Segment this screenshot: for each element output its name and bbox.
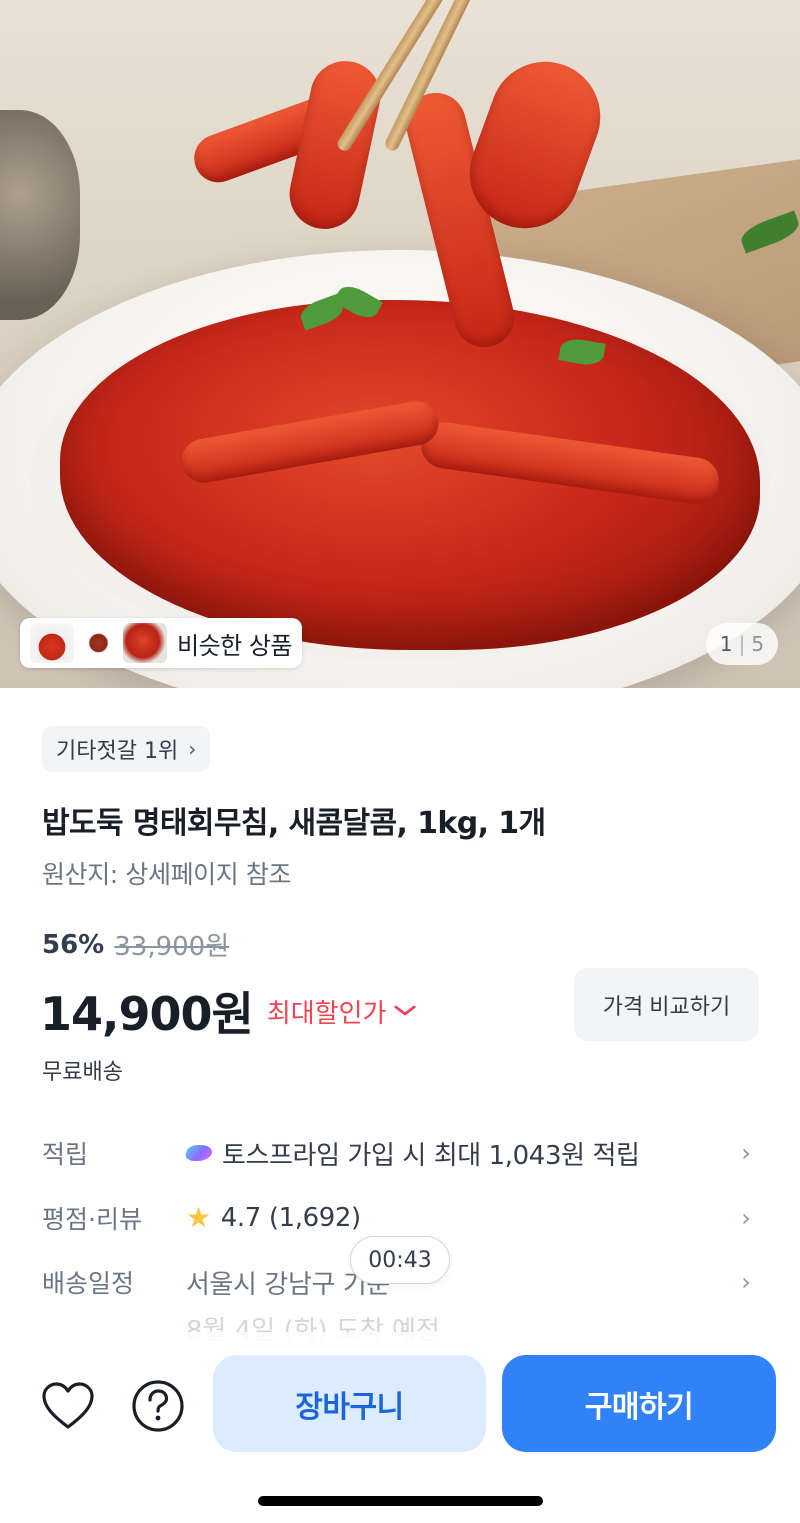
similar-product-thumbnail: [84, 623, 113, 663]
add-to-cart-button[interactable]: 장바구니: [213, 1355, 486, 1452]
review-count: (1,692): [268, 1203, 361, 1233]
product-title: 밥도둑 명태회무침, 새콤달콤, 1kg, 1개: [42, 806, 546, 841]
category-rank-label: 기타젓갈 1위: [56, 739, 179, 764]
similar-products-label: 비슷한 상품: [176, 631, 293, 660]
points-label: 적립: [42, 1140, 89, 1169]
product-image[interactable]: 비슷한 상품 1 | 5: [0, 0, 800, 688]
buy-now-button[interactable]: 구매하기: [502, 1355, 776, 1452]
category-rank-chip[interactable]: 기타젓갈 1위 ›: [42, 726, 211, 772]
page-separator: |: [738, 632, 746, 656]
discount-row: 56% 33,900원: [42, 926, 229, 963]
page-total: 5: [751, 632, 765, 656]
free-shipping-label: 무료배송: [42, 1060, 123, 1085]
home-indicator: [258, 1496, 543, 1506]
rating-score: 4.7: [220, 1203, 262, 1233]
heart-icon: [42, 1382, 94, 1429]
discount-rate: 56%: [42, 929, 105, 960]
sale-price: 14,900원: [40, 987, 254, 1041]
delivery-label: 배송일정: [42, 1269, 135, 1298]
wishlist-button[interactable]: [38, 1376, 98, 1436]
image-page-indicator: 1 | 5: [706, 623, 778, 665]
max-discount-label: 최대할인가: [266, 998, 387, 1029]
similar-product-thumbnail: [30, 623, 75, 663]
star-icon: ★: [186, 1201, 211, 1234]
chevron-right-icon: ›: [188, 737, 197, 761]
question-circle-icon: [132, 1380, 184, 1432]
background-bowl: [0, 110, 80, 320]
food-strand: [283, 54, 387, 236]
timer-badge: 00:43: [350, 1236, 450, 1284]
similar-product-thumbnail: [122, 623, 167, 663]
product-origin: 원산지: 상세페이지 참조: [42, 860, 292, 889]
rating-label: 평점·리뷰: [42, 1205, 142, 1234]
toss-prime-icon: [186, 1143, 212, 1163]
points-row[interactable]: 적립 토스프라임 가입 시 최대 1,043원 적립 ›: [42, 1128, 758, 1178]
chevron-right-icon: ›: [741, 1204, 751, 1232]
chevron-down-icon: [394, 1001, 417, 1022]
max-discount-toggle[interactable]: 최대할인가: [266, 993, 417, 1030]
points-value: 토스프라임 가입 시 최대 1,043원 적립: [222, 1140, 640, 1171]
help-button[interactable]: [128, 1376, 188, 1436]
price-row: 14,900원 최대할인가: [40, 978, 417, 1044]
similar-products-button[interactable]: 비슷한 상품: [20, 618, 302, 668]
compare-price-button[interactable]: 가격 비교하기: [574, 968, 759, 1041]
original-price: 33,900원: [114, 932, 230, 962]
chevron-right-icon: ›: [741, 1139, 751, 1167]
chevron-right-icon: ›: [741, 1268, 751, 1296]
page-current: 1: [719, 632, 733, 656]
